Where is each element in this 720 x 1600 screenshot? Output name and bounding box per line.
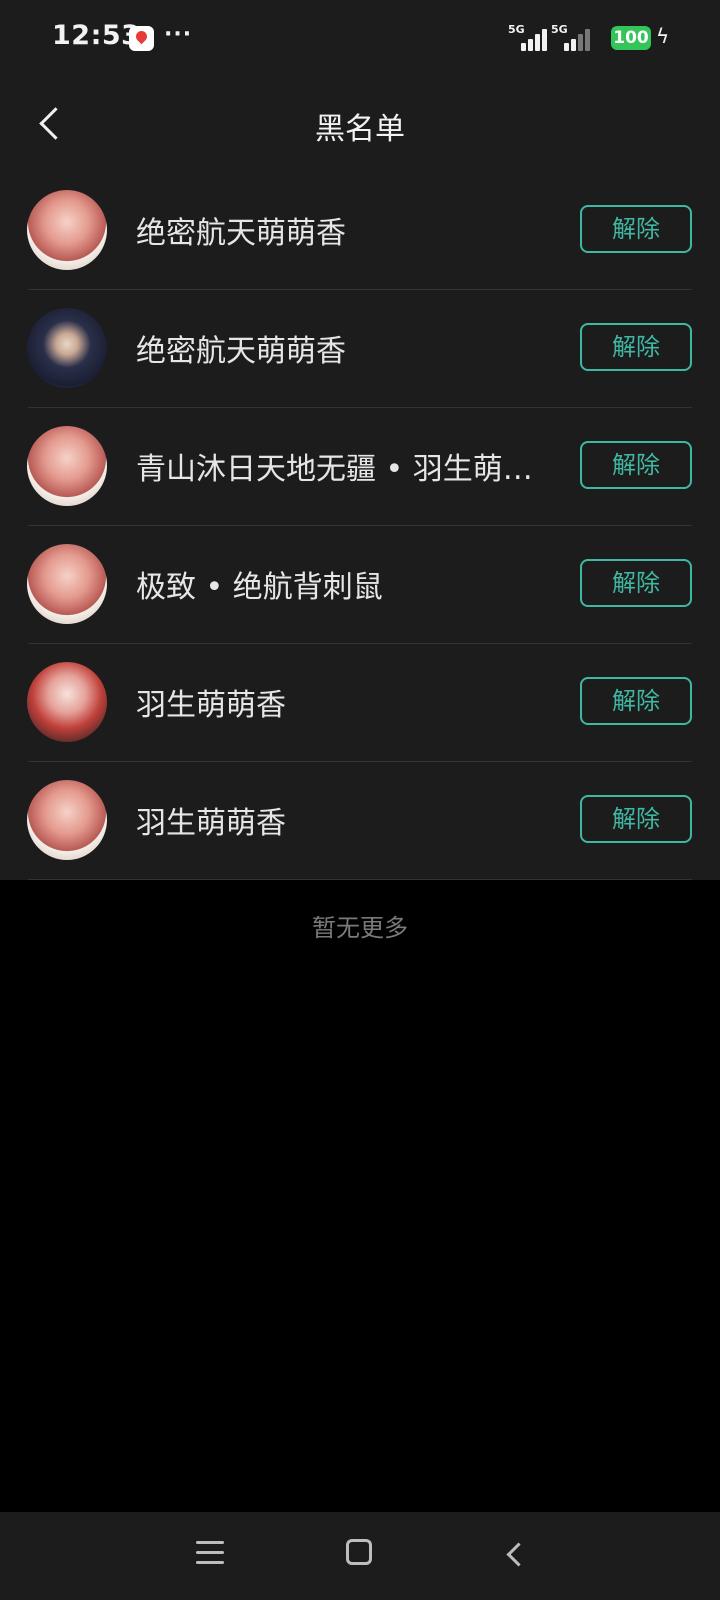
map-pin-icon xyxy=(129,26,154,51)
network-type-label: 5G xyxy=(551,23,568,36)
signal-strength-icon: 5G xyxy=(508,23,552,51)
blacklist-row: 极致 • 绝航背刺鼠 解除 xyxy=(0,526,720,644)
signal-strength-icon: 5G xyxy=(551,23,595,51)
network-type-label: 5G xyxy=(508,23,525,36)
user-name: 羽生萌萌香 xyxy=(136,806,286,841)
blacklist-screen: 12:53 ··· 5G 5G 100 ϟ 黑名单 绝密航天萌萌香 解除 绝密航天萌… xyxy=(0,0,720,1600)
battery-icon: 100 xyxy=(611,26,651,50)
header: 黑名单 xyxy=(0,80,720,174)
avatar[interactable] xyxy=(27,544,107,624)
unblock-button[interactable]: 解除 xyxy=(580,677,692,725)
no-more-text: 暂无更多 xyxy=(312,914,408,942)
more-notifications-icon: ··· xyxy=(164,22,193,47)
blacklist-row: 羽生萌萌香 解除 xyxy=(0,762,720,880)
lightning-icon: ϟ xyxy=(656,24,670,48)
blacklist-row: 羽生萌萌香 解除 xyxy=(0,644,720,762)
unblock-button[interactable]: 解除 xyxy=(580,323,692,371)
unblock-button[interactable]: 解除 xyxy=(580,559,692,607)
unblock-button[interactable]: 解除 xyxy=(580,795,692,843)
status-time: 12:53 xyxy=(52,20,141,51)
avatar[interactable] xyxy=(27,308,107,388)
page-title: 黑名单 xyxy=(315,112,405,147)
user-name: 绝密航天萌萌香 xyxy=(136,334,346,369)
unblock-button[interactable]: 解除 xyxy=(580,205,692,253)
blacklist-row: 绝密航天萌萌香 解除 xyxy=(0,172,720,290)
blacklist-row: 绝密航天萌萌香 解除 xyxy=(0,290,720,408)
user-name: 青山沐日天地无疆 • 羽生萌萌香 xyxy=(136,452,536,487)
back-arrow-icon[interactable] xyxy=(500,1538,530,1568)
blacklist: 绝密航天萌萌香 解除 绝密航天萌萌香 解除 青山沐日天地无疆 • 羽生萌萌香 解除 极致 •… xyxy=(0,172,720,880)
row-divider xyxy=(28,879,692,880)
status-bar: 12:53 ··· 5G 5G 100 ϟ xyxy=(0,0,720,80)
avatar[interactable] xyxy=(27,780,107,860)
avatar[interactable] xyxy=(27,662,107,742)
avatar[interactable] xyxy=(27,426,107,506)
blacklist-row: 青山沐日天地无疆 • 羽生萌萌香 解除 xyxy=(0,408,720,526)
avatar[interactable] xyxy=(27,190,107,270)
home-square-icon[interactable] xyxy=(346,1539,372,1565)
user-name: 绝密航天萌萌香 xyxy=(136,216,346,251)
system-nav-bar xyxy=(0,1512,720,1600)
user-name: 极致 • 绝航背刺鼠 xyxy=(136,570,383,605)
menu-icon[interactable] xyxy=(196,1540,224,1566)
user-name: 羽生萌萌香 xyxy=(136,688,286,723)
unblock-button[interactable]: 解除 xyxy=(580,441,692,489)
